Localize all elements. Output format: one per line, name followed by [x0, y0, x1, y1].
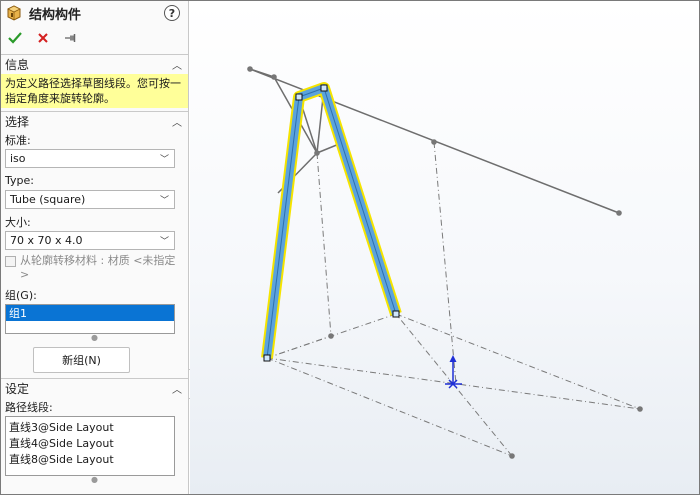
graphics-viewport[interactable] — [190, 1, 699, 494]
standard-label: 标准: — [5, 133, 31, 147]
size-dropdown[interactable]: 70 x 70 x 4.0 ﹀ — [5, 231, 175, 250]
settings-section-title: 设定 — [5, 382, 30, 396]
structural-member-preview[interactable] — [261, 82, 402, 359]
settings-section-header[interactable]: 设定 ︿ — [1, 379, 188, 398]
chevron-down-icon: ﹀ — [159, 237, 169, 247]
type-dropdown[interactable]: Tube (square) ﹀ — [5, 190, 175, 209]
info-section-header[interactable]: 信息 ︿ — [1, 55, 188, 74]
transfer-material-checkbox[interactable] — [5, 256, 16, 267]
chevron-down-icon: ﹀ — [159, 155, 169, 165]
group-list-item[interactable]: 组1 — [6, 305, 174, 321]
ok-button[interactable] — [7, 30, 23, 46]
chevron-down-icon: ﹀ — [159, 196, 169, 206]
sketch-dashed-lines — [266, 141, 641, 457]
pushpin-icon — [65, 34, 76, 42]
selection-section-title: 选择 — [5, 115, 30, 129]
resize-grip[interactable]: ● — [1, 334, 188, 344]
property-manager-panel: 结构构件 ? 信息 ︿ 为定义路径选择草图线段。您可按一指定角度来旋转轮廓。 选… — [1, 1, 189, 494]
structural-member-icon — [7, 5, 21, 21]
standard-dropdown[interactable]: iso ﹀ — [5, 149, 175, 168]
chevron-up-icon: ︿ — [172, 61, 182, 72]
size-value: 70 x 70 x 4.0 — [10, 234, 83, 247]
resize-grip[interactable]: ● — [1, 476, 188, 486]
type-label: Type: — [5, 174, 34, 187]
chevron-up-icon: ︿ — [172, 385, 182, 396]
pin-button[interactable] — [63, 30, 79, 46]
path-segments-listbox[interactable]: 直线3@Side Layout 直线4@Side Layout 直线8@Side… — [5, 416, 175, 476]
path-segment-item[interactable]: 直线4@Side Layout — [6, 435, 174, 451]
sketch-canvas[interactable] — [190, 1, 699, 494]
checkmark-icon — [8, 32, 22, 44]
panel-title-bar: 结构构件 ? — [1, 1, 188, 25]
close-icon — [38, 33, 48, 43]
path-segment-item[interactable]: 直线3@Side Layout — [6, 419, 174, 435]
info-message: 为定义路径选择草图线段。您可按一指定角度来旋转轮廓。 — [1, 74, 188, 108]
chevron-up-icon: ︿ — [172, 118, 182, 129]
type-value: Tube (square) — [10, 193, 86, 206]
transfer-material-option: 从轮廓转移材料 : 材质 <未指定> — [1, 250, 188, 284]
group-listbox[interactable]: 组1 — [5, 304, 175, 334]
action-buttons — [1, 25, 188, 51]
help-icon[interactable]: ? — [164, 5, 180, 21]
transfer-material-label: 从轮廓转移材料 : 材质 <未指定> — [20, 254, 176, 281]
cancel-button[interactable] — [35, 30, 51, 46]
path-segments-label: 路径线段: — [5, 400, 53, 414]
selection-section-header[interactable]: 选择 ︿ — [1, 112, 188, 131]
panel-title: 结构构件 — [29, 7, 82, 23]
new-group-button[interactable]: 新组(N) — [33, 347, 130, 373]
path-segment-item[interactable]: 直线8@Side Layout — [6, 451, 174, 467]
standard-value: iso — [10, 152, 26, 165]
group-label: 组(G): — [5, 288, 37, 302]
size-label: 大小: — [5, 215, 31, 229]
info-section-title: 信息 — [5, 58, 30, 72]
